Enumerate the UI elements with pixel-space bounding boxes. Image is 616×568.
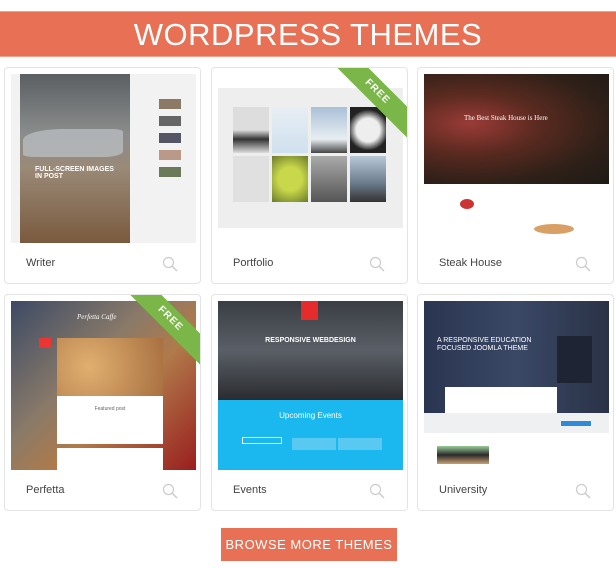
magnifier-icon[interactable] <box>575 256 591 272</box>
browse-more-themes-button[interactable]: BROWSE MORE THEMES <box>221 528 397 561</box>
preview-headline: A RESPONSIVE EDUCATION FOCUSED JOOMLA TH… <box>437 337 532 352</box>
magnifier-icon[interactable] <box>369 256 385 272</box>
theme-card-steak-house[interactable]: The Best Steak House is Here Steak House <box>417 67 614 284</box>
theme-preview-steak-house[interactable]: The Best Steak House is Here <box>424 74 609 243</box>
theme-name[interactable]: Events <box>233 484 267 496</box>
magnifier-icon[interactable] <box>369 483 385 499</box>
preview-headline: FULL-SCREEN IMAGES IN POST <box>35 166 114 180</box>
theme-card-events[interactable]: RESPONSIVE WEBDESIGN Upcoming Events Eve… <box>211 294 408 511</box>
preview-post-title: Featured post <box>94 406 126 412</box>
theme-name[interactable]: Writer <box>26 257 55 269</box>
theme-card-perfetta[interactable]: Perfetta Caffe Featured post FREE Perfet… <box>4 294 201 511</box>
theme-preview-events[interactable]: RESPONSIVE WEBDESIGN Upcoming Events <box>218 301 403 470</box>
magnifier-icon[interactable] <box>162 483 178 499</box>
theme-name[interactable]: Portfolio <box>233 257 273 269</box>
theme-card-portfolio[interactable]: FREE Portfolio <box>211 67 408 284</box>
preview-headline: RESPONSIVE WEBDESIGN <box>265 337 356 344</box>
theme-card-writer[interactable]: FULL-SCREEN IMAGES IN POST Writer <box>4 67 201 284</box>
magnifier-icon[interactable] <box>575 483 591 499</box>
theme-preview-university[interactable]: A RESPONSIVE EDUCATION FOCUSED JOOMLA TH… <box>424 301 609 470</box>
preview-headline: The Best Steak House is Here <box>464 114 548 122</box>
theme-name[interactable]: Steak House <box>439 257 502 269</box>
page-title: WORDPRESS THEMES <box>133 17 483 52</box>
preview-logo-text: Perfetta Caffe <box>77 313 117 321</box>
theme-preview-writer[interactable]: FULL-SCREEN IMAGES IN POST <box>11 74 196 243</box>
theme-name[interactable]: Perfetta <box>26 484 65 496</box>
preview-section-title: Upcoming Events <box>279 411 342 420</box>
theme-name[interactable]: University <box>439 484 487 496</box>
page-title-banner: WORDPRESS THEMES <box>0 11 616 57</box>
magnifier-icon[interactable] <box>162 256 178 272</box>
theme-card-university[interactable]: A RESPONSIVE EDUCATION FOCUSED JOOMLA TH… <box>417 294 614 511</box>
